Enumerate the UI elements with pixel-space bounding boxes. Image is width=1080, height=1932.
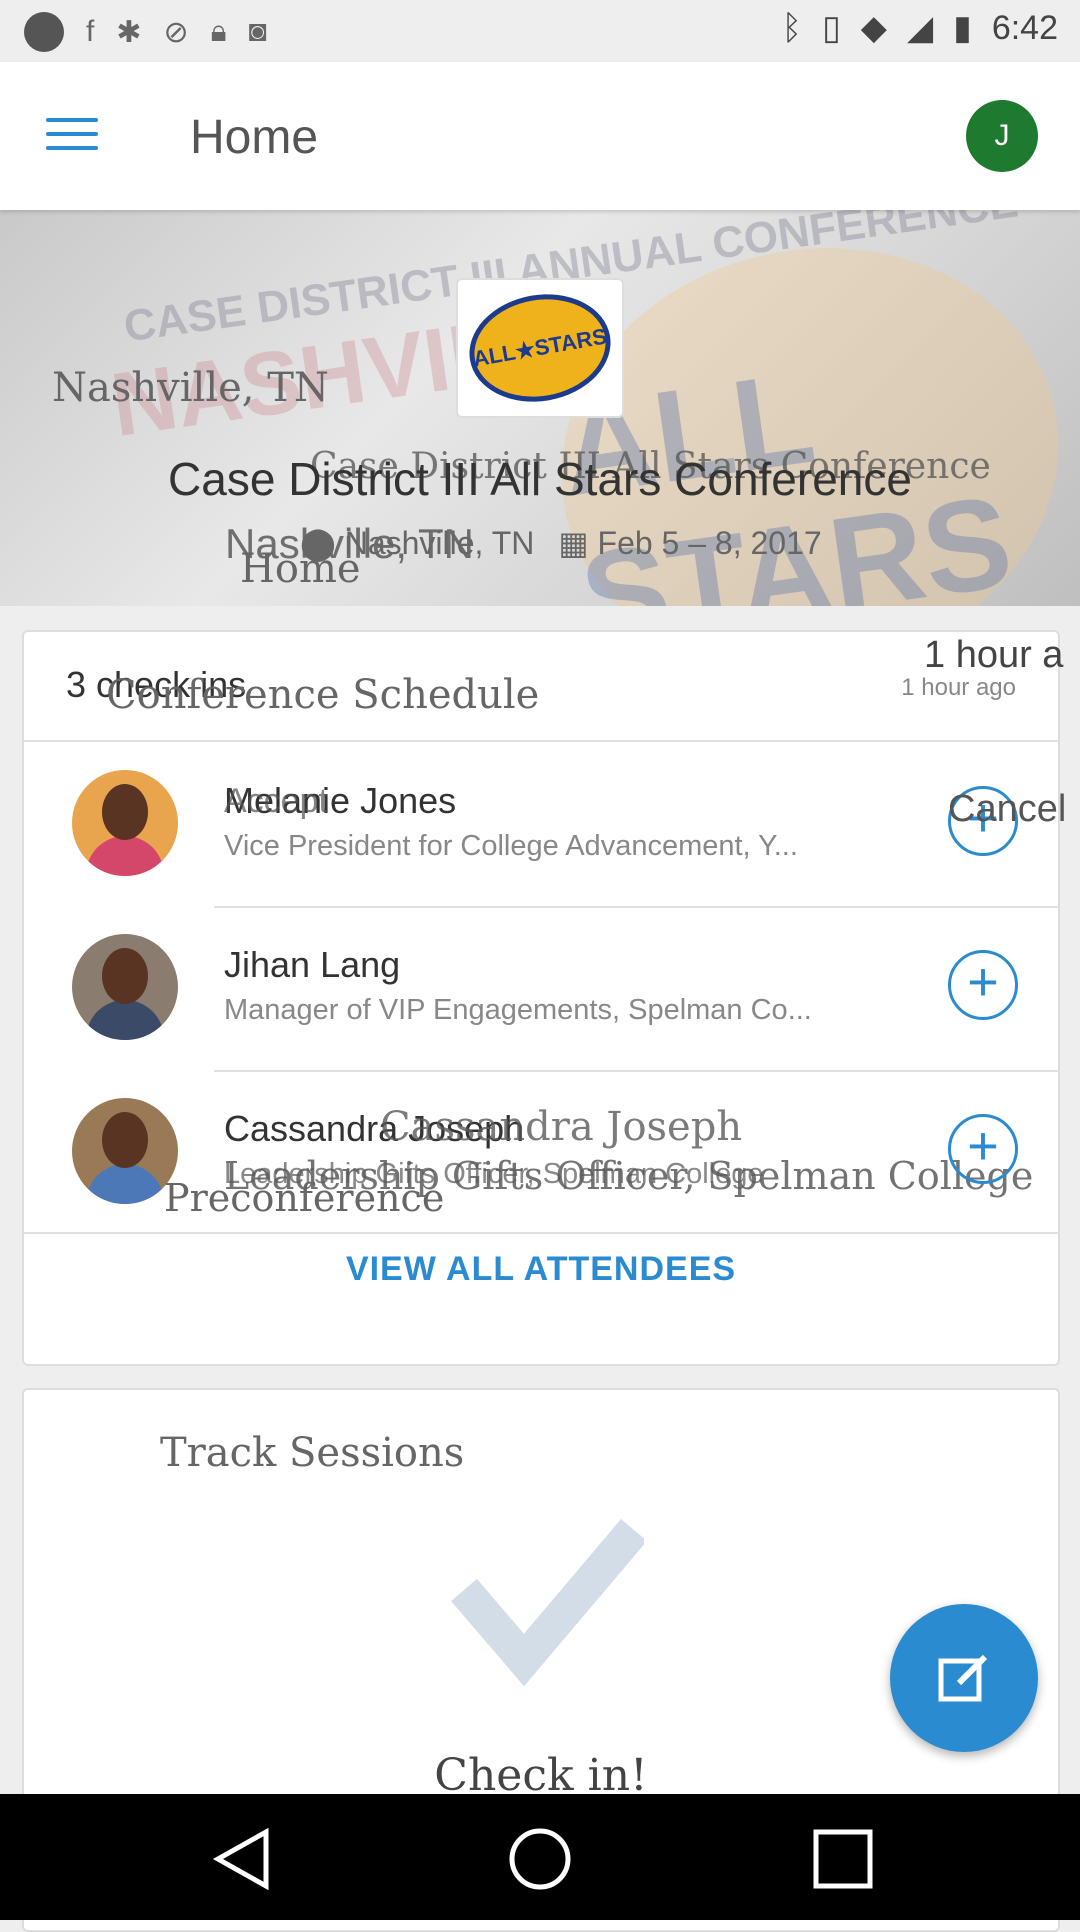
attendee-photo xyxy=(72,1098,178,1204)
attendee-row[interactable]: Cassandra Joseph Cassandra Joseph Leader… xyxy=(24,1070,1058,1234)
checkins-time: 1 hour ago xyxy=(901,674,1016,701)
attendee-title: Manager of VIP Engagements, Spelman Co..… xyxy=(224,994,812,1026)
notification-dot-icon xyxy=(24,12,64,52)
add-contact-button[interactable]: + xyxy=(948,950,1018,1020)
menu-icon[interactable] xyxy=(46,118,98,154)
event-meta: ⬤ Nashville, TN ▦ Feb 5 – 8, 2017 xyxy=(300,524,822,562)
event-logo-text: ALL★STARS xyxy=(471,323,609,372)
android-icon: ◙ xyxy=(248,15,267,48)
wifi-icon: ◆ xyxy=(860,9,887,47)
app-bar: Home J xyxy=(0,62,1080,210)
schedule-ghost-text: Conference Schedule xyxy=(106,672,540,718)
system-nav-bar xyxy=(0,1794,1080,1920)
attendee-row[interactable]: Jihan Lang Manager of VIP Engagements, S… xyxy=(24,906,1058,1070)
dates: ▦ Feb 5 – 8, 2017 xyxy=(558,524,821,562)
status-bar: f ✱ ⊘ 🔒︎ ◙ ᛒ ▯ ◆ ◢ ▮ 6:42 xyxy=(0,0,1080,62)
fan-icon: ✱ xyxy=(116,15,142,49)
signal-icon: ◢ xyxy=(906,9,934,47)
checkmark-icon xyxy=(451,1519,644,1687)
home-icon[interactable] xyxy=(505,1824,575,1894)
accept-ghost-text: Accept xyxy=(224,782,328,820)
name-ghost-text: Cassandra Joseph xyxy=(380,1104,743,1150)
cancel-ghost-text: Cancel xyxy=(948,788,1067,830)
page-title: Home xyxy=(190,111,319,164)
calendar-icon: ▦ xyxy=(558,525,598,561)
add-contact-button[interactable]: + xyxy=(948,1114,1018,1184)
facebook-icon: f xyxy=(86,15,95,48)
track-sessions-label: Track Sessions xyxy=(160,1430,465,1476)
event-title: Case District III All Stars Conference xyxy=(168,453,912,505)
location-ghost-text: Nashville, TN xyxy=(52,365,329,411)
lock-icon: 🔒︎ xyxy=(210,15,227,48)
bluetooth-icon: ᛒ xyxy=(781,8,803,47)
edit-icon xyxy=(938,1654,988,1702)
compose-button[interactable] xyxy=(890,1604,1038,1752)
recents-icon[interactable] xyxy=(808,1824,878,1894)
event-dates: Feb 5 – 8, 2017 xyxy=(597,525,822,561)
divider xyxy=(24,1232,1058,1234)
time-ghost-text: 1 hour a xyxy=(924,634,1064,676)
event-hero: CASE DISTRICT III ANNUAL CONFERENCE NASH… xyxy=(0,210,1080,606)
status-time: 6:42 xyxy=(991,8,1058,47)
avatar[interactable]: J xyxy=(966,100,1038,172)
attendee-photo xyxy=(72,770,178,876)
attendee-row[interactable]: Melanie Jones Accept Vice President for … xyxy=(24,742,1066,906)
attendees-card: 3 check ins Conference Schedule 1 hour a… xyxy=(22,630,1066,1366)
attendee-title: Vice President for College Advancement, … xyxy=(224,830,798,862)
back-icon[interactable] xyxy=(208,1824,278,1894)
block-icon: ⊘ xyxy=(163,15,189,49)
battery-icon: ▮ xyxy=(953,9,972,47)
event-location: Nashville, TN xyxy=(344,525,535,561)
event-logo: ALL★STARS xyxy=(456,278,624,418)
attendee-name: Jihan Lang xyxy=(224,944,401,985)
attendees-card-header: 3 check ins Conference Schedule 1 hour a… xyxy=(24,632,1063,742)
home-ghost-text: Home xyxy=(240,546,361,592)
preconference-ghost-text: Preconference xyxy=(164,1176,445,1220)
vibrate-icon: ▯ xyxy=(822,9,841,47)
attendee-photo xyxy=(72,934,178,1040)
view-all-attendees-button[interactable]: VIEW ALL ATTENDEES xyxy=(24,1250,1058,1289)
